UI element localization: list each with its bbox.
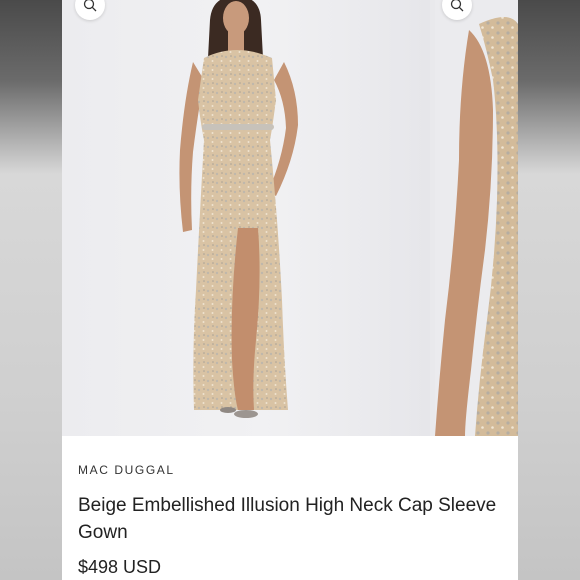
product-image-detail[interactable] bbox=[435, 0, 518, 436]
screenshot-left-border bbox=[0, 0, 62, 580]
product-image-main[interactable] bbox=[62, 0, 430, 436]
product-page: MAC DUGGAL Beige Embellished Illusion Hi… bbox=[62, 0, 518, 580]
product-title: Beige Embellished Illusion High Neck Cap… bbox=[78, 495, 497, 543]
model-illustration bbox=[179, 0, 298, 418]
product-info: MAC DUGGAL Beige Embellished Illusion Hi… bbox=[62, 436, 518, 580]
zoom-in-icon bbox=[450, 0, 464, 12]
product-price: $498 USD bbox=[78, 557, 162, 577]
zoom-in-icon bbox=[83, 0, 97, 12]
product-image-gallery[interactable] bbox=[62, 0, 518, 436]
screenshot-right-border bbox=[518, 0, 580, 580]
detail-illustration bbox=[435, 17, 518, 436]
product-brand[interactable]: MAC DUGGAL bbox=[78, 463, 175, 477]
